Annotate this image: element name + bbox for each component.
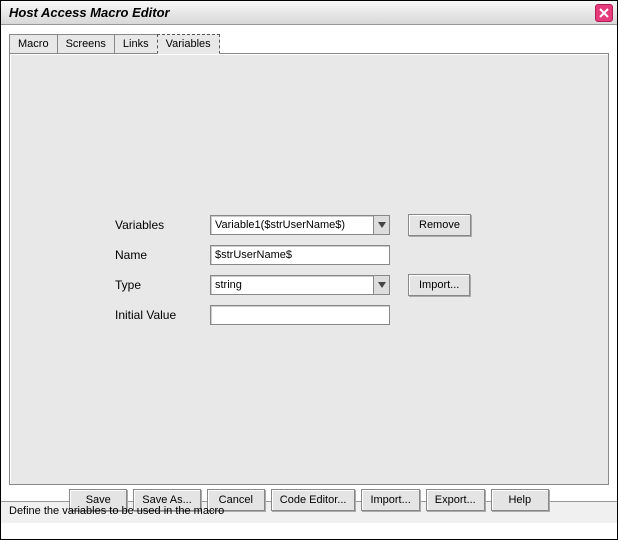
code-editor-button[interactable]: Code Editor... (271, 489, 356, 511)
tab-label: Variables (166, 38, 211, 50)
tab-panel-variables: Variables Variable1($strUserName$) Remov… (9, 53, 609, 485)
variables-dropdown-button[interactable] (373, 216, 389, 234)
status-text: Define the variables to be used in the m… (9, 505, 224, 517)
import-button[interactable]: Import... (361, 489, 419, 511)
type-dropdown-button[interactable] (373, 276, 389, 294)
initial-value-input[interactable] (210, 305, 390, 325)
name-label: Name (115, 248, 210, 262)
import-type-button[interactable]: Import... (408, 274, 470, 296)
titlebar: Host Access Macro Editor (1, 1, 617, 25)
content-area: Macro Screens Links Variables Variables … (1, 25, 617, 501)
export-button[interactable]: Export... (426, 489, 485, 511)
chevron-down-icon (378, 282, 386, 288)
close-icon (599, 8, 609, 18)
tab-label: Links (123, 38, 149, 50)
row-initial-value: Initial Value (115, 304, 515, 326)
initial-value-label: Initial Value (115, 308, 210, 322)
variables-label: Variables (115, 218, 210, 232)
remove-button[interactable]: Remove (408, 214, 471, 236)
tab-screens[interactable]: Screens (57, 34, 115, 53)
variables-dropdown[interactable]: Variable1($strUserName$) (210, 215, 390, 235)
tab-variables[interactable]: Variables (157, 34, 220, 54)
tab-macro[interactable]: Macro (9, 34, 58, 53)
row-name: Name (115, 244, 515, 266)
window-title: Host Access Macro Editor (9, 5, 170, 20)
type-dropdown[interactable]: string (210, 275, 390, 295)
row-variables: Variables Variable1($strUserName$) Remov… (115, 214, 515, 236)
row-type: Type string Import... (115, 274, 515, 296)
name-input[interactable] (210, 245, 390, 265)
variables-dropdown-value: Variable1($strUserName$) (211, 219, 373, 231)
type-label: Type (115, 278, 210, 292)
close-button[interactable] (595, 4, 613, 22)
tab-row: Macro Screens Links Variables (9, 31, 609, 53)
tab-links[interactable]: Links (114, 34, 158, 53)
variables-form: Variables Variable1($strUserName$) Remov… (115, 214, 515, 334)
tab-label: Screens (66, 38, 106, 50)
help-button[interactable]: Help (491, 489, 549, 511)
tab-label: Macro (18, 38, 49, 50)
chevron-down-icon (378, 222, 386, 228)
type-dropdown-value: string (211, 279, 373, 291)
